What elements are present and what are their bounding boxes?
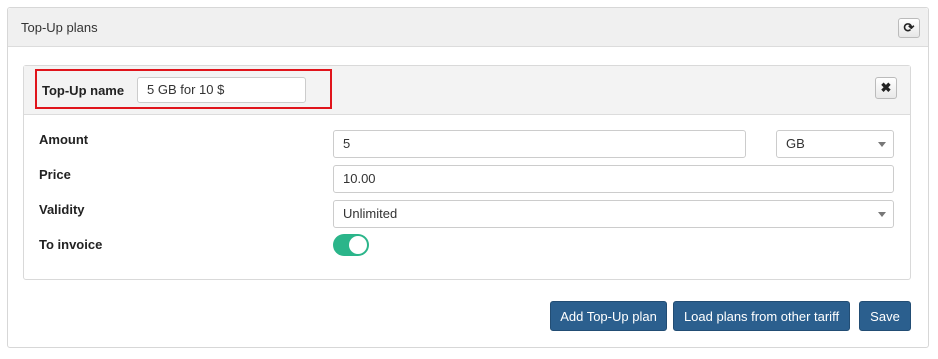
close-icon: ✖ xyxy=(880,80,892,95)
load-plans-button[interactable]: Load plans from other tariff xyxy=(673,301,850,331)
validity-select[interactable]: Unlimited xyxy=(333,200,894,228)
remove-plan-button[interactable]: ✖ xyxy=(875,77,897,99)
refresh-icon: ⟳ xyxy=(903,20,915,35)
top-up-name-input[interactable]: 5 GB for 10 $ xyxy=(137,77,306,103)
panel-title: Top-Up plans xyxy=(21,20,98,35)
top-up-name-label: Top-Up name xyxy=(42,83,125,98)
panel-heading: Top-Up plans ⟳ xyxy=(8,8,928,47)
amount-input[interactable]: 5 xyxy=(333,130,746,158)
price-input[interactable]: 10.00 xyxy=(333,165,894,193)
unit-select-value: GB xyxy=(786,136,805,151)
validity-label: Validity xyxy=(39,202,85,217)
top-up-name-highlight: Top-Up name 5 GB for 10 $ xyxy=(35,69,332,109)
top-up-plan-card: Top-Up name 5 GB for 10 $ ✖ Amount 5 GB … xyxy=(23,65,911,280)
to-invoice-label: To invoice xyxy=(39,237,103,252)
save-button[interactable]: Save xyxy=(859,301,911,331)
chevron-down-icon xyxy=(878,212,886,217)
to-invoice-toggle[interactable] xyxy=(333,234,369,256)
amount-label: Amount xyxy=(39,132,89,147)
top-up-plans-panel: Top-Up plans ⟳ Top-Up name 5 GB for 10 $… xyxy=(7,7,929,348)
toggle-knob xyxy=(349,236,367,254)
add-top-up-plan-button[interactable]: Add Top-Up plan xyxy=(550,301,667,331)
validity-select-value: Unlimited xyxy=(343,206,398,221)
plan-card-header: Top-Up name 5 GB for 10 $ ✖ xyxy=(24,66,910,115)
unit-select[interactable]: GB xyxy=(776,130,894,158)
price-label: Price xyxy=(39,167,71,182)
refresh-button[interactable]: ⟳ xyxy=(898,18,920,38)
chevron-down-icon xyxy=(878,142,886,147)
